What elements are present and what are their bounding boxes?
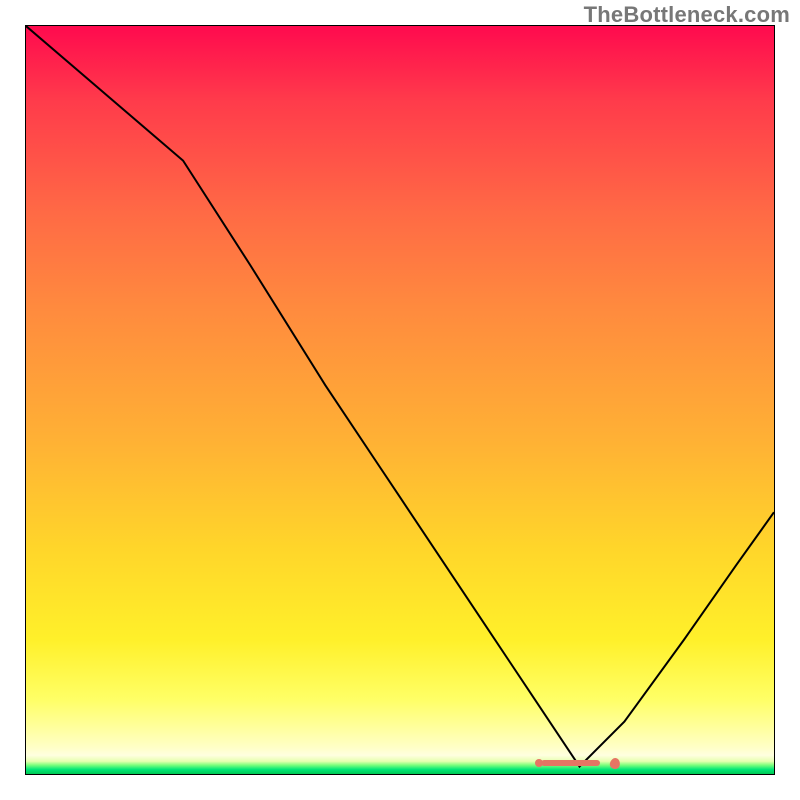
bottleneck-curve — [26, 26, 774, 774]
watermark-label: TheBottleneck.com — [584, 2, 790, 28]
plot-frame — [25, 25, 775, 775]
chart-stage: TheBottleneck.com — [0, 0, 800, 800]
curve-path — [26, 26, 774, 767]
